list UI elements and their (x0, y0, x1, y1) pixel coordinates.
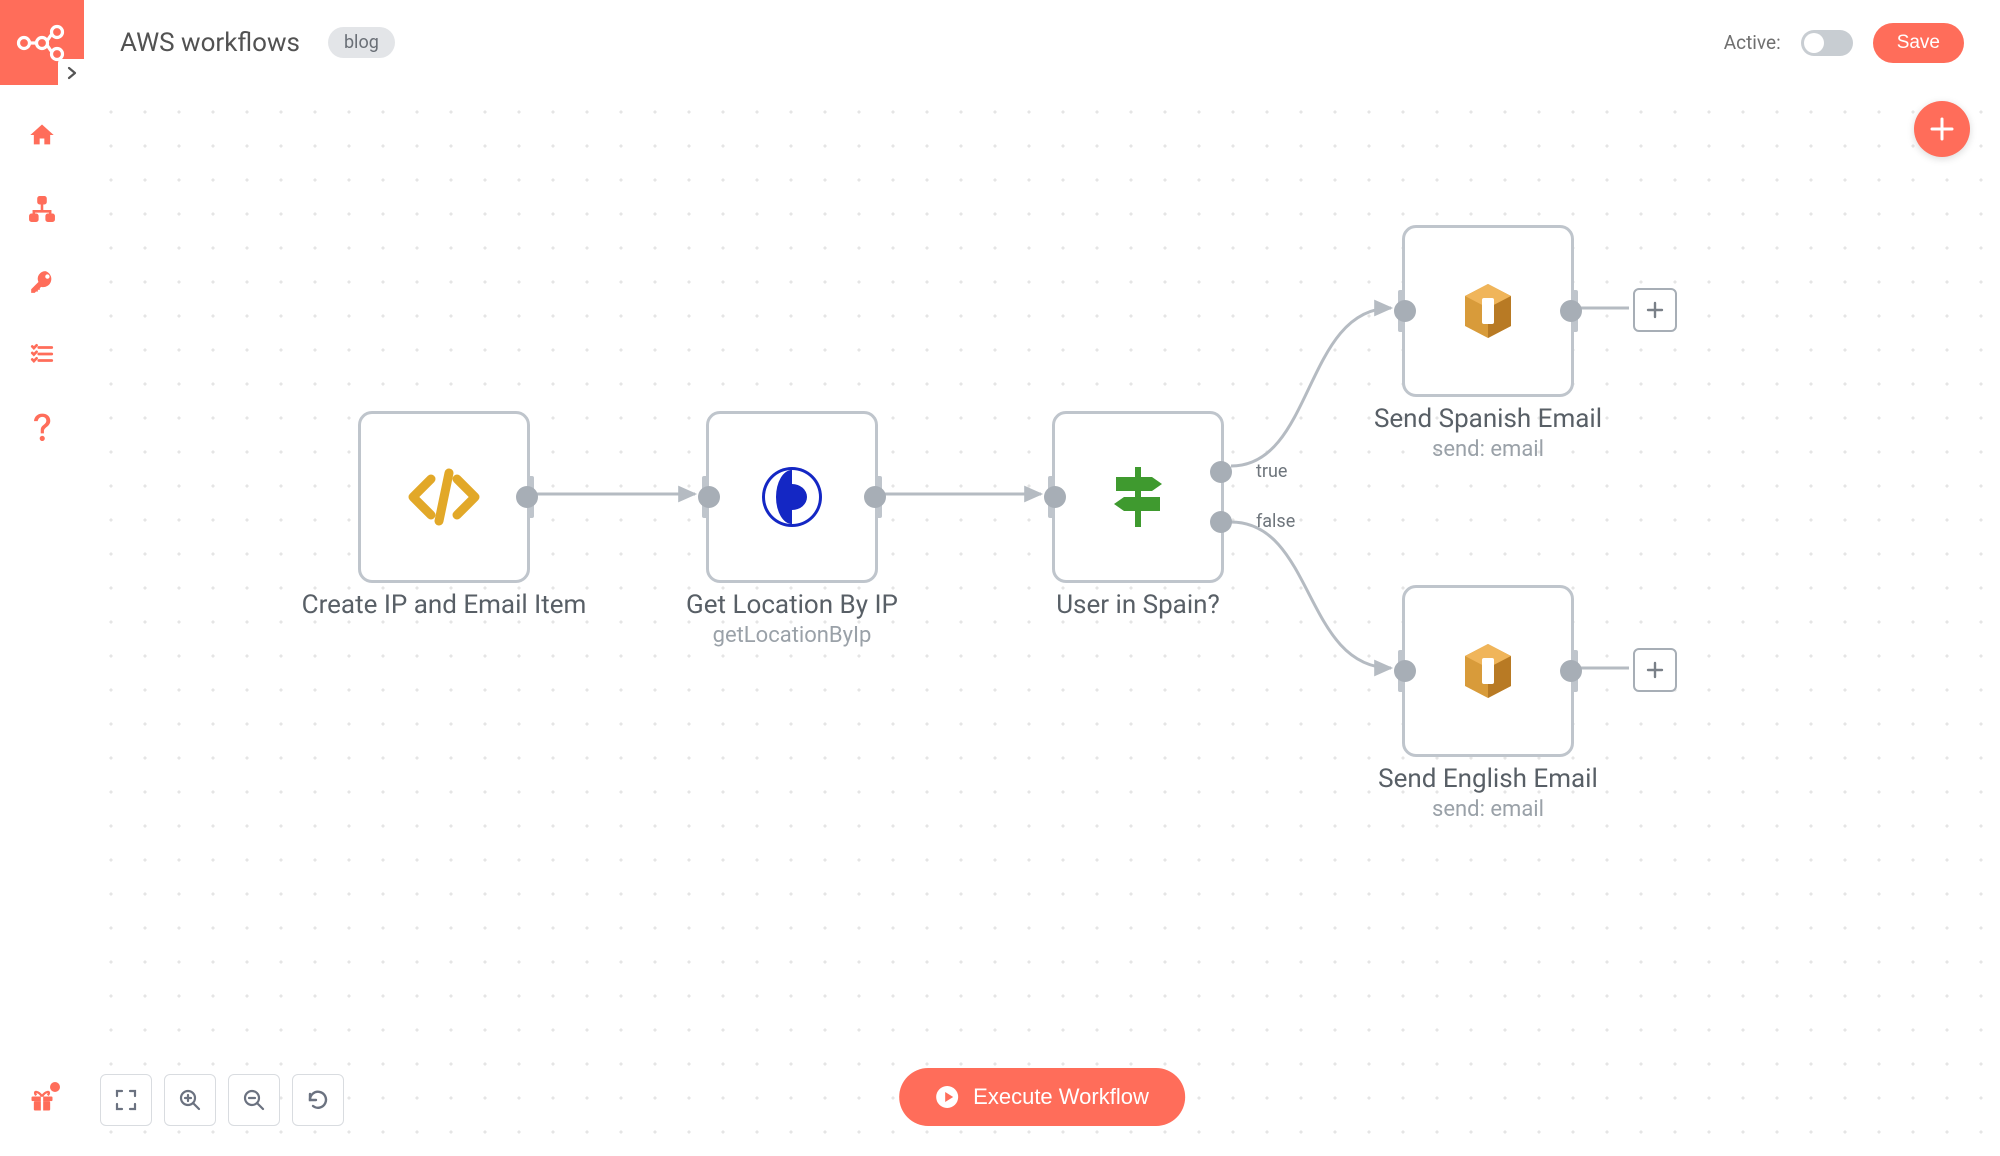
zoom-out-button[interactable] (228, 1074, 280, 1126)
add-node-after-spanish[interactable] (1633, 288, 1677, 332)
notification-dot (50, 1082, 60, 1092)
execute-label: Execute Workflow (973, 1084, 1149, 1110)
sidebar-item-help[interactable] (31, 413, 53, 441)
sidebar-item-home[interactable] (28, 121, 56, 149)
play-circle-icon (935, 1085, 959, 1109)
zoom-out-icon (242, 1088, 266, 1112)
node-create-ip-email[interactable]: Create IP and Email Item (358, 411, 530, 583)
header-actions: Active: Save (1724, 23, 1964, 63)
execute-workflow-button[interactable]: Execute Workflow (899, 1068, 1185, 1126)
sidebar-items (0, 85, 84, 441)
aws-ses-icon (1455, 638, 1521, 704)
fit-view-icon (114, 1088, 138, 1112)
code-icon (405, 467, 483, 527)
uproc-icon (759, 464, 825, 530)
node-title: Send English Email (1318, 764, 1658, 795)
node-subtitle: send: email (1318, 437, 1658, 462)
sidebar (0, 0, 84, 1156)
plus-icon (1645, 660, 1665, 680)
undo-icon (305, 1087, 331, 1113)
sidebar-item-executions[interactable] (29, 341, 55, 367)
port-label-false: false (1256, 511, 1295, 532)
undo-button[interactable] (292, 1074, 344, 1126)
zoom-in-button[interactable] (164, 1074, 216, 1126)
save-button[interactable]: Save (1873, 23, 1964, 63)
expand-sidebar-button[interactable] (58, 59, 86, 87)
node-title: User in Spain? (968, 590, 1308, 621)
node-subtitle: send: email (1318, 797, 1658, 822)
node-user-in-spain[interactable]: true false User in Spain? (1052, 411, 1224, 583)
app-logo[interactable] (0, 0, 84, 85)
node-title: Send Spanish Email (1318, 404, 1658, 435)
port-label-true: true (1256, 461, 1287, 482)
canvas-toolbar (100, 1074, 344, 1126)
node-subtitle: getLocationByIp (622, 623, 962, 648)
list-check-icon (29, 341, 55, 367)
add-node-button[interactable] (1914, 101, 1970, 157)
n8n-logo-icon (16, 23, 68, 63)
node-title: Get Location By IP (622, 590, 962, 621)
home-icon (28, 121, 56, 149)
node-send-spanish-email[interactable]: Send Spanish Email send: email (1402, 225, 1574, 397)
workflows-icon (28, 195, 56, 223)
node-send-english-email[interactable]: Send English Email send: email (1402, 585, 1574, 757)
chevron-right-icon (65, 66, 79, 80)
node-title: Create IP and Email Item (274, 590, 614, 621)
active-label: Active: (1724, 31, 1781, 54)
sidebar-item-credentials[interactable] (29, 269, 55, 295)
signpost-icon (1102, 461, 1174, 533)
plus-icon (1929, 116, 1955, 142)
header: AWS workflows blog Active: Save (84, 0, 2000, 85)
workflow-canvas[interactable]: Create IP and Email Item Get Location By… (84, 85, 2000, 1156)
zoom-in-icon (178, 1088, 202, 1112)
sidebar-item-workflows[interactable] (28, 195, 56, 223)
sidebar-item-updates[interactable] (0, 1086, 84, 1118)
active-toggle[interactable] (1801, 30, 1853, 56)
aws-ses-icon (1455, 278, 1521, 344)
key-icon (29, 269, 55, 295)
fit-view-button[interactable] (100, 1074, 152, 1126)
workflow-title[interactable]: AWS workflows (120, 28, 300, 58)
node-get-location[interactable]: Get Location By IP getLocationByIp (706, 411, 878, 583)
plus-icon (1645, 300, 1665, 320)
add-node-after-english[interactable] (1633, 648, 1677, 692)
workflow-tag[interactable]: blog (328, 27, 395, 58)
question-icon (31, 413, 53, 441)
